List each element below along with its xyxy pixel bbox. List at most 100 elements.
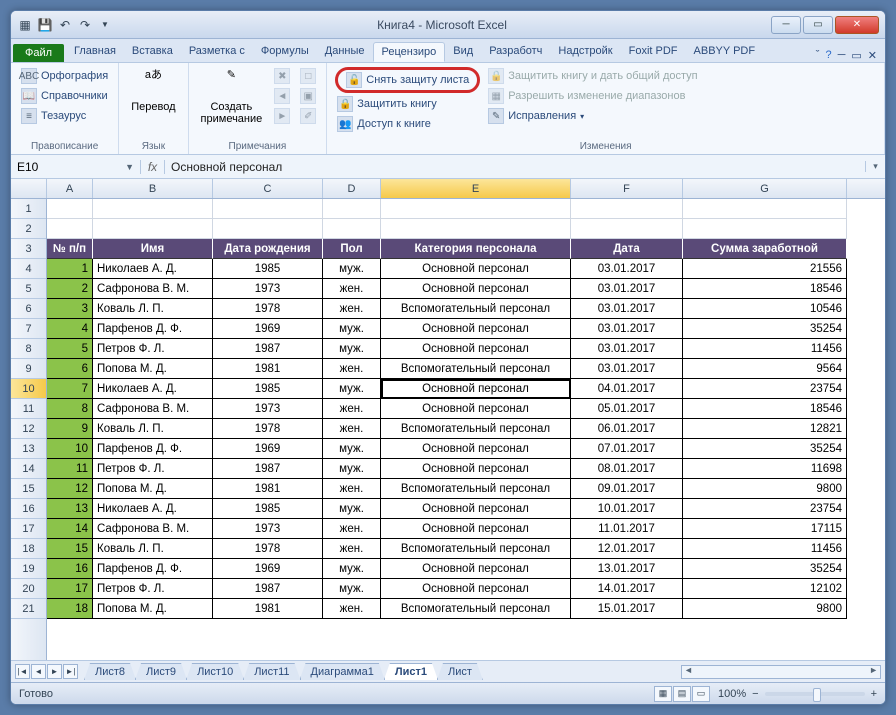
cell[interactable]: 11.01.2017 (571, 519, 683, 539)
cell[interactable]: Имя (93, 239, 213, 259)
cell[interactable]: 11698 (683, 459, 847, 479)
redo-icon[interactable]: ↷ (77, 17, 93, 33)
tab-рецензиро[interactable]: Рецензиро (373, 42, 446, 62)
cell[interactable]: 06.01.2017 (571, 419, 683, 439)
cell[interactable]: жен. (323, 399, 381, 419)
row-header[interactable]: 11 (11, 399, 46, 419)
zoom-out-button[interactable]: − (752, 688, 758, 700)
cell[interactable]: 03.01.2017 (571, 279, 683, 299)
formula-bar[interactable]: Основной персонал (165, 160, 865, 174)
cell[interactable]: Основной персонал (381, 579, 571, 599)
zoom-slider[interactable] (765, 692, 865, 696)
cell[interactable]: 03.01.2017 (571, 339, 683, 359)
sheet-tab[interactable]: Лист11 (243, 663, 300, 680)
cell[interactable] (47, 219, 93, 239)
row-header[interactable]: 3 (11, 239, 46, 259)
cell[interactable]: 1973 (213, 519, 323, 539)
tab-надстройк[interactable]: Надстройк (550, 42, 620, 62)
cell[interactable]: 35254 (683, 319, 847, 339)
cell[interactable]: 1987 (213, 459, 323, 479)
cell[interactable]: 16 (47, 559, 93, 579)
cell[interactable]: 9 (47, 419, 93, 439)
cell[interactable] (571, 219, 683, 239)
cell[interactable]: муж. (323, 319, 381, 339)
cell[interactable]: жен. (323, 299, 381, 319)
cell[interactable]: Попова М. Д. (93, 479, 213, 499)
cell[interactable] (381, 199, 571, 219)
qat-dropdown-icon[interactable]: ▼ (97, 17, 113, 33)
cell[interactable]: Сафронова В. М. (93, 399, 213, 419)
row-header[interactable]: 20 (11, 579, 46, 599)
cell[interactable]: Основной персонал (381, 379, 571, 399)
minimize-ribbon-icon[interactable]: ˇ (816, 49, 820, 62)
name-box[interactable]: E10 ▼ (11, 160, 141, 174)
doc-close-icon[interactable]: ✕ (868, 49, 877, 62)
cell[interactable]: муж. (323, 559, 381, 579)
cell[interactable] (381, 219, 571, 239)
cell[interactable]: 03.01.2017 (571, 299, 683, 319)
cell[interactable]: 1978 (213, 539, 323, 559)
cell[interactable]: Основной персонал (381, 559, 571, 579)
cell[interactable]: Парфенов Д. Ф. (93, 319, 213, 339)
cell[interactable]: жен. (323, 519, 381, 539)
cell[interactable]: 12102 (683, 579, 847, 599)
cell[interactable]: 1969 (213, 559, 323, 579)
sheet-tab[interactable]: Диаграмма1 (300, 663, 385, 680)
sheet-nav-last-icon[interactable]: ►| (63, 664, 78, 679)
row-header[interactable]: 12 (11, 419, 46, 439)
cell[interactable]: Парфенов Д. Ф. (93, 559, 213, 579)
row-header[interactable]: 9 (11, 359, 46, 379)
cell[interactable]: Петров Ф. Л. (93, 459, 213, 479)
cell[interactable]: 09.01.2017 (571, 479, 683, 499)
cell[interactable] (213, 199, 323, 219)
close-button[interactable]: ✕ (835, 16, 879, 34)
cell[interactable]: муж. (323, 579, 381, 599)
cell[interactable]: 18546 (683, 399, 847, 419)
cell[interactable]: Петров Ф. Л. (93, 579, 213, 599)
cell[interactable]: 9800 (683, 599, 847, 619)
cell[interactable]: 13.01.2017 (571, 559, 683, 579)
tab-разметка с[interactable]: Разметка с (181, 42, 253, 62)
cell[interactable] (683, 219, 847, 239)
sheet-tab[interactable]: Лист (437, 663, 483, 680)
cell[interactable]: 11456 (683, 339, 847, 359)
cell[interactable]: жен. (323, 279, 381, 299)
cell[interactable]: Основной персонал (381, 459, 571, 479)
cell[interactable]: муж. (323, 259, 381, 279)
namebox-dropdown-icon[interactable]: ▼ (125, 162, 134, 172)
cell[interactable]: жен. (323, 539, 381, 559)
cell[interactable]: 14.01.2017 (571, 579, 683, 599)
cell[interactable]: 12.01.2017 (571, 539, 683, 559)
save-icon[interactable]: 💾 (37, 17, 53, 33)
cell[interactable]: Петров Ф. Л. (93, 339, 213, 359)
expand-formula-icon[interactable]: ▾ (865, 161, 885, 172)
cell[interactable]: 6 (47, 359, 93, 379)
zoom-in-button[interactable]: + (871, 688, 877, 700)
cell[interactable]: 1973 (213, 279, 323, 299)
cell[interactable]: 1981 (213, 359, 323, 379)
cell[interactable]: Вспомогательный персонал (381, 359, 571, 379)
spelling-button[interactable]: ABCОрфография (19, 67, 110, 85)
fx-button[interactable]: fx (141, 160, 165, 174)
cell[interactable]: 3 (47, 299, 93, 319)
minimize-button[interactable]: ─ (771, 16, 801, 34)
new-comment-button[interactable]: ✎ Создать примечание (197, 67, 267, 127)
cell[interactable]: 35254 (683, 559, 847, 579)
unprotect-sheet-button[interactable]: 🔓Снять защиту листа (344, 71, 471, 89)
cell[interactable] (323, 199, 381, 219)
row-header[interactable]: 6 (11, 299, 46, 319)
research-button[interactable]: 📖Справочники (19, 87, 110, 105)
help-icon[interactable]: ? (825, 49, 831, 62)
cell[interactable]: муж. (323, 499, 381, 519)
cell[interactable]: 04.01.2017 (571, 379, 683, 399)
cell[interactable]: 1973 (213, 399, 323, 419)
sheet-nav-first-icon[interactable]: |◄ (15, 664, 30, 679)
cell[interactable]: Основной персонал (381, 399, 571, 419)
doc-minimize-icon[interactable]: ─ (838, 49, 846, 62)
cell[interactable]: 1 (47, 259, 93, 279)
cell[interactable]: 9564 (683, 359, 847, 379)
cell[interactable]: Сафронова В. М. (93, 279, 213, 299)
row-header[interactable]: 21 (11, 599, 46, 619)
cell[interactable]: 18 (47, 599, 93, 619)
cell[interactable]: муж. (323, 339, 381, 359)
